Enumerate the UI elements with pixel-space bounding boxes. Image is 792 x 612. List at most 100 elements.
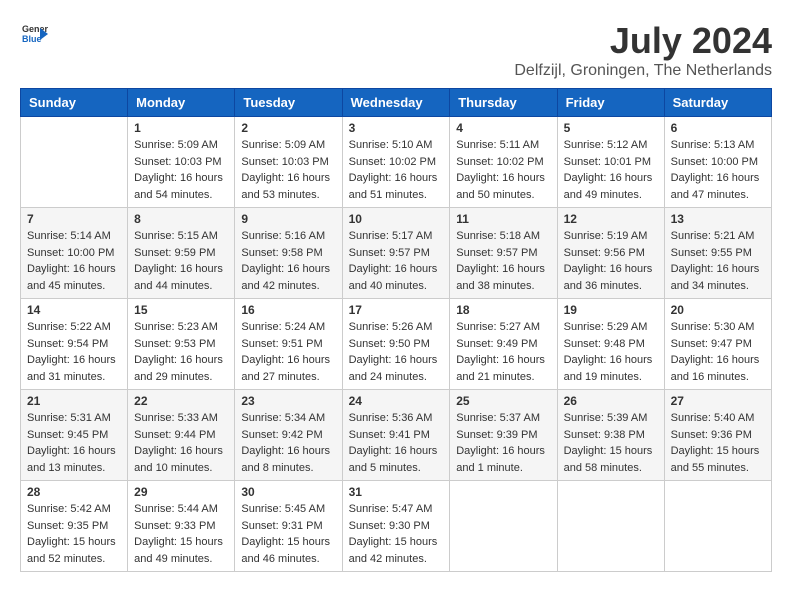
day-number: 14 bbox=[27, 303, 121, 317]
day-number: 29 bbox=[134, 485, 228, 499]
day-number: 28 bbox=[27, 485, 121, 499]
weekday-header-friday: Friday bbox=[557, 89, 664, 117]
day-info: Sunrise: 5:10 AM Sunset: 10:02 PM Daylig… bbox=[349, 137, 444, 203]
location-subtitle: Delfzijl, Groningen, The Netherlands bbox=[514, 62, 772, 80]
day-cell bbox=[664, 481, 771, 572]
week-row-1: 1 Sunrise: 5:09 AM Sunset: 10:03 PM Dayli… bbox=[21, 117, 772, 208]
day-info: Sunrise: 5:13 AM Sunset: 10:00 PM Daylig… bbox=[671, 137, 765, 203]
day-cell: 31 Sunrise: 5:47 AM Sunset: 9:30 PM Dayli… bbox=[342, 481, 450, 572]
day-cell: 26 Sunrise: 5:39 AM Sunset: 9:38 PM Dayli… bbox=[557, 390, 664, 481]
day-number: 4 bbox=[456, 121, 550, 135]
svg-text:Blue: Blue bbox=[22, 34, 42, 44]
logo-icon: General Blue bbox=[20, 20, 48, 48]
day-number: 27 bbox=[671, 394, 765, 408]
day-number: 18 bbox=[456, 303, 550, 317]
day-info: Sunrise: 5:31 AM Sunset: 9:45 PM Dayligh… bbox=[27, 410, 121, 476]
day-info: Sunrise: 5:44 AM Sunset: 9:33 PM Dayligh… bbox=[134, 501, 228, 567]
calendar-table: SundayMondayTuesdayWednesdayThursdayFrid… bbox=[20, 88, 772, 572]
day-info: Sunrise: 5:36 AM Sunset: 9:41 PM Dayligh… bbox=[349, 410, 444, 476]
day-cell: 21 Sunrise: 5:31 AM Sunset: 9:45 PM Dayli… bbox=[21, 390, 128, 481]
day-cell: 6Sunrise: 5:13 AM Sunset: 10:00 PM Dayli… bbox=[664, 117, 771, 208]
day-cell: 17 Sunrise: 5:26 AM Sunset: 9:50 PM Dayli… bbox=[342, 299, 450, 390]
day-cell: 3 Sunrise: 5:10 AM Sunset: 10:02 PM Dayli… bbox=[342, 117, 450, 208]
day-number: 31 bbox=[349, 485, 444, 499]
day-cell: 10 Sunrise: 5:17 AM Sunset: 9:57 PM Dayli… bbox=[342, 208, 450, 299]
weekday-header-monday: Monday bbox=[128, 89, 235, 117]
day-info: Sunrise: 5:37 AM Sunset: 9:39 PM Dayligh… bbox=[456, 410, 550, 476]
day-info: Sunrise: 5:27 AM Sunset: 9:49 PM Dayligh… bbox=[456, 319, 550, 385]
day-number: 20 bbox=[671, 303, 765, 317]
day-info: Sunrise: 5:39 AM Sunset: 9:38 PM Dayligh… bbox=[564, 410, 658, 476]
day-cell: 30 Sunrise: 5:45 AM Sunset: 9:31 PM Dayli… bbox=[235, 481, 342, 572]
weekday-header-row: SundayMondayTuesdayWednesdayThursdayFrid… bbox=[21, 89, 772, 117]
day-cell: 12Sunrise: 5:19 AM Sunset: 9:56 PM Dayli… bbox=[557, 208, 664, 299]
day-info: Sunrise: 5:47 AM Sunset: 9:30 PM Dayligh… bbox=[349, 501, 444, 567]
weekday-header-sunday: Sunday bbox=[21, 89, 128, 117]
day-info: Sunrise: 5:14 AM Sunset: 10:00 PM Daylig… bbox=[27, 228, 121, 294]
day-info: Sunrise: 5:45 AM Sunset: 9:31 PM Dayligh… bbox=[241, 501, 335, 567]
day-info: Sunrise: 5:12 AM Sunset: 10:01 PM Daylig… bbox=[564, 137, 658, 203]
day-number: 8 bbox=[134, 212, 228, 226]
day-cell: 14 Sunrise: 5:22 AM Sunset: 9:54 PM Dayli… bbox=[21, 299, 128, 390]
day-info: Sunrise: 5:24 AM Sunset: 9:51 PM Dayligh… bbox=[241, 319, 335, 385]
day-number: 1 bbox=[134, 121, 228, 135]
day-cell: 23Sunrise: 5:34 AM Sunset: 9:42 PM Dayli… bbox=[235, 390, 342, 481]
day-number: 22 bbox=[134, 394, 228, 408]
weekday-header-thursday: Thursday bbox=[450, 89, 557, 117]
day-cell: 27 Sunrise: 5:40 AM Sunset: 9:36 PM Dayli… bbox=[664, 390, 771, 481]
day-number: 16 bbox=[241, 303, 335, 317]
day-number: 5 bbox=[564, 121, 658, 135]
day-info: Sunrise: 5:09 AM Sunset: 10:03 PM Daylig… bbox=[134, 137, 228, 203]
day-info: Sunrise: 5:17 AM Sunset: 9:57 PM Dayligh… bbox=[349, 228, 444, 294]
day-number: 24 bbox=[349, 394, 444, 408]
day-cell: 24 Sunrise: 5:36 AM Sunset: 9:41 PM Dayli… bbox=[342, 390, 450, 481]
header: General Blue July 2024 Delfzijl, Groning… bbox=[20, 20, 772, 80]
day-cell bbox=[450, 481, 557, 572]
day-cell: 22Sunrise: 5:33 AM Sunset: 9:44 PM Dayli… bbox=[128, 390, 235, 481]
day-cell: 1 Sunrise: 5:09 AM Sunset: 10:03 PM Dayli… bbox=[128, 117, 235, 208]
day-info: Sunrise: 5:40 AM Sunset: 9:36 PM Dayligh… bbox=[671, 410, 765, 476]
day-cell: 5 Sunrise: 5:12 AM Sunset: 10:01 PM Dayli… bbox=[557, 117, 664, 208]
day-info: Sunrise: 5:18 AM Sunset: 9:57 PM Dayligh… bbox=[456, 228, 550, 294]
day-info: Sunrise: 5:34 AM Sunset: 9:42 PM Dayligh… bbox=[241, 410, 335, 476]
day-cell: 8 Sunrise: 5:15 AM Sunset: 9:59 PM Daylig… bbox=[128, 208, 235, 299]
day-number: 17 bbox=[349, 303, 444, 317]
day-cell bbox=[557, 481, 664, 572]
day-info: Sunrise: 5:16 AM Sunset: 9:58 PM Dayligh… bbox=[241, 228, 335, 294]
day-cell: 19Sunrise: 5:29 AM Sunset: 9:48 PM Dayli… bbox=[557, 299, 664, 390]
day-number: 30 bbox=[241, 485, 335, 499]
day-cell: 28 Sunrise: 5:42 AM Sunset: 9:35 PM Dayli… bbox=[21, 481, 128, 572]
day-info: Sunrise: 5:22 AM Sunset: 9:54 PM Dayligh… bbox=[27, 319, 121, 385]
day-cell: 16 Sunrise: 5:24 AM Sunset: 9:51 PM Dayli… bbox=[235, 299, 342, 390]
day-info: Sunrise: 5:26 AM Sunset: 9:50 PM Dayligh… bbox=[349, 319, 444, 385]
day-cell: 11 Sunrise: 5:18 AM Sunset: 9:57 PM Dayli… bbox=[450, 208, 557, 299]
day-number: 21 bbox=[27, 394, 121, 408]
day-cell: 25Sunrise: 5:37 AM Sunset: 9:39 PM Dayli… bbox=[450, 390, 557, 481]
day-info: Sunrise: 5:21 AM Sunset: 9:55 PM Dayligh… bbox=[671, 228, 765, 294]
day-number: 3 bbox=[349, 121, 444, 135]
day-number: 10 bbox=[349, 212, 444, 226]
day-number: 19 bbox=[564, 303, 658, 317]
day-info: Sunrise: 5:15 AM Sunset: 9:59 PM Dayligh… bbox=[134, 228, 228, 294]
logo: General Blue bbox=[20, 20, 52, 48]
day-number: 13 bbox=[671, 212, 765, 226]
day-number: 26 bbox=[564, 394, 658, 408]
day-number: 11 bbox=[456, 212, 550, 226]
day-number: 9 bbox=[241, 212, 335, 226]
day-cell bbox=[21, 117, 128, 208]
day-cell: 9 Sunrise: 5:16 AM Sunset: 9:58 PM Daylig… bbox=[235, 208, 342, 299]
weekday-header-saturday: Saturday bbox=[664, 89, 771, 117]
day-number: 15 bbox=[134, 303, 228, 317]
week-row-3: 14 Sunrise: 5:22 AM Sunset: 9:54 PM Dayli… bbox=[21, 299, 772, 390]
weekday-header-tuesday: Tuesday bbox=[235, 89, 342, 117]
day-info: Sunrise: 5:42 AM Sunset: 9:35 PM Dayligh… bbox=[27, 501, 121, 567]
day-cell: 18 Sunrise: 5:27 AM Sunset: 9:49 PM Dayli… bbox=[450, 299, 557, 390]
day-cell: 20 Sunrise: 5:30 AM Sunset: 9:47 PM Dayli… bbox=[664, 299, 771, 390]
day-cell: 13 Sunrise: 5:21 AM Sunset: 9:55 PM Dayli… bbox=[664, 208, 771, 299]
day-info: Sunrise: 5:19 AM Sunset: 9:56 PM Dayligh… bbox=[564, 228, 658, 294]
day-cell: 7Sunrise: 5:14 AM Sunset: 10:00 PM Dayli… bbox=[21, 208, 128, 299]
day-info: Sunrise: 5:30 AM Sunset: 9:47 PM Dayligh… bbox=[671, 319, 765, 385]
day-cell: 29 Sunrise: 5:44 AM Sunset: 9:33 PM Dayli… bbox=[128, 481, 235, 572]
week-row-4: 21 Sunrise: 5:31 AM Sunset: 9:45 PM Dayli… bbox=[21, 390, 772, 481]
day-number: 2 bbox=[241, 121, 335, 135]
